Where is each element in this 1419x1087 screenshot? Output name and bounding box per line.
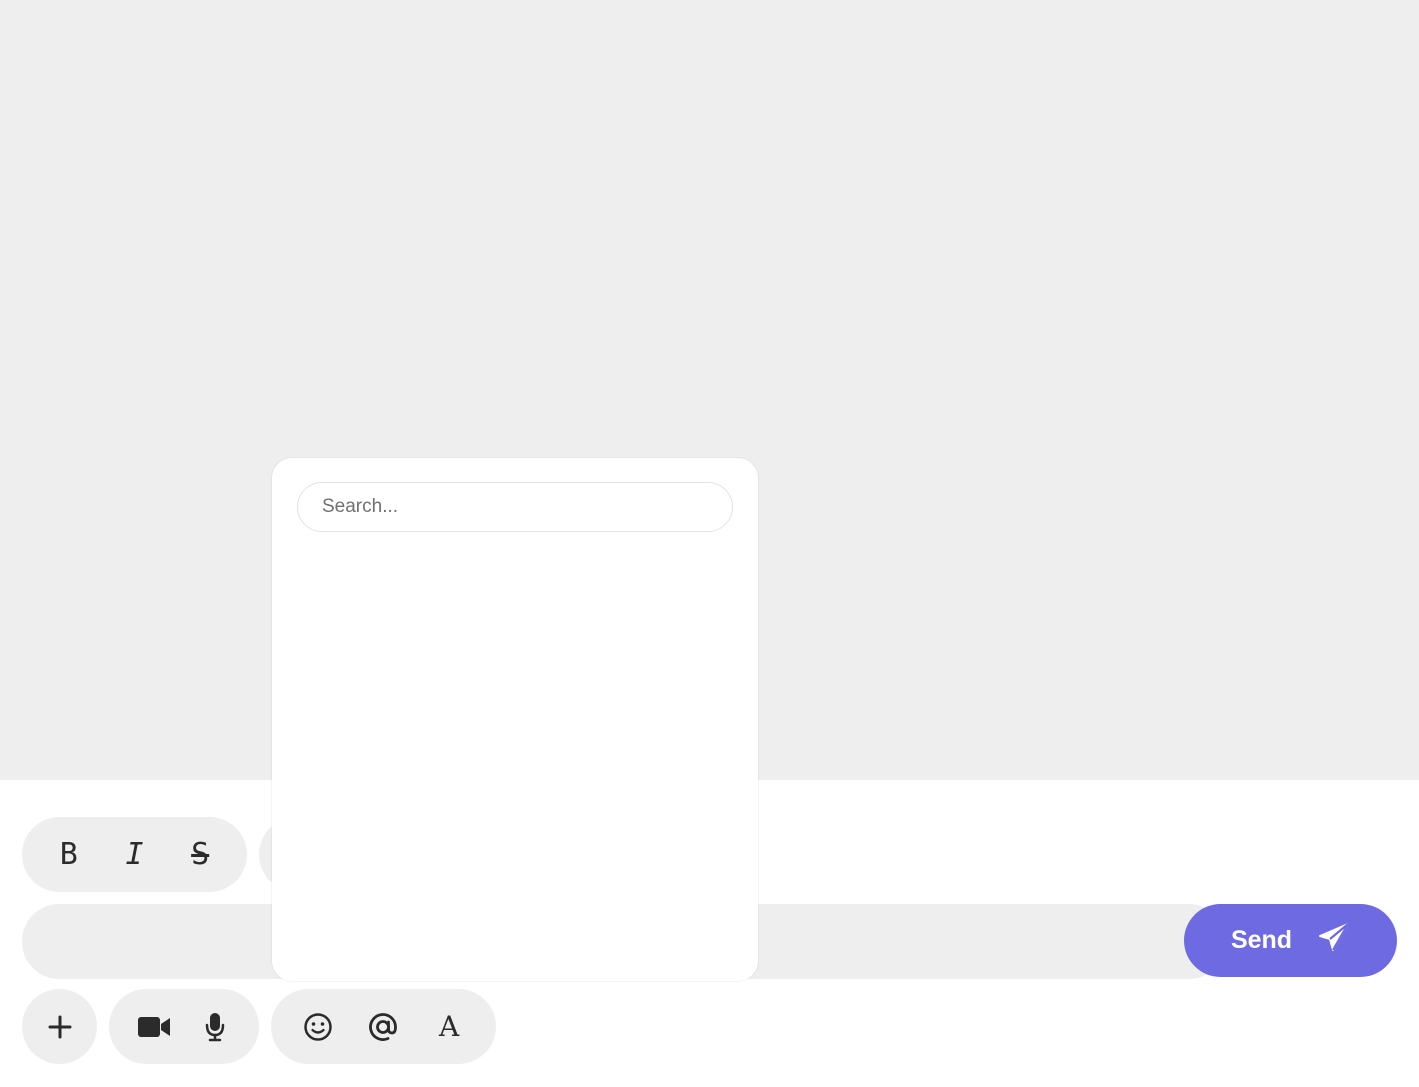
search-popup [272, 458, 758, 981]
at-mention-icon [369, 1012, 398, 1041]
microphone-icon [205, 1012, 224, 1041]
send-button[interactable]: Send [1184, 904, 1397, 977]
font-icon: A [439, 1009, 460, 1043]
attach-button[interactable] [36, 1003, 84, 1051]
popup-search-input[interactable] [297, 482, 733, 532]
strikethrough-button[interactable]: S [176, 831, 224, 879]
italic-icon: I [125, 836, 144, 872]
video-button[interactable] [130, 1003, 178, 1051]
plus-icon [48, 1015, 71, 1038]
italic-button[interactable]: I [110, 831, 158, 879]
insert-group: A [271, 989, 496, 1064]
mention-button[interactable] [359, 1003, 407, 1051]
media-group [109, 989, 259, 1064]
bold-icon: B [59, 836, 78, 872]
formatting-toolbar: B I S [22, 817, 247, 892]
emoji-icon [304, 1012, 332, 1041]
microphone-button[interactable] [191, 1003, 239, 1051]
emoji-button[interactable] [294, 1003, 342, 1051]
attach-group [22, 989, 97, 1064]
bold-button[interactable]: B [45, 831, 93, 879]
strikethrough-icon: S [191, 836, 210, 872]
paper-plane-icon [1318, 922, 1350, 959]
font-button[interactable]: A [425, 1003, 473, 1051]
video-camera-icon [137, 1016, 170, 1037]
send-label: Send [1230, 926, 1293, 954]
